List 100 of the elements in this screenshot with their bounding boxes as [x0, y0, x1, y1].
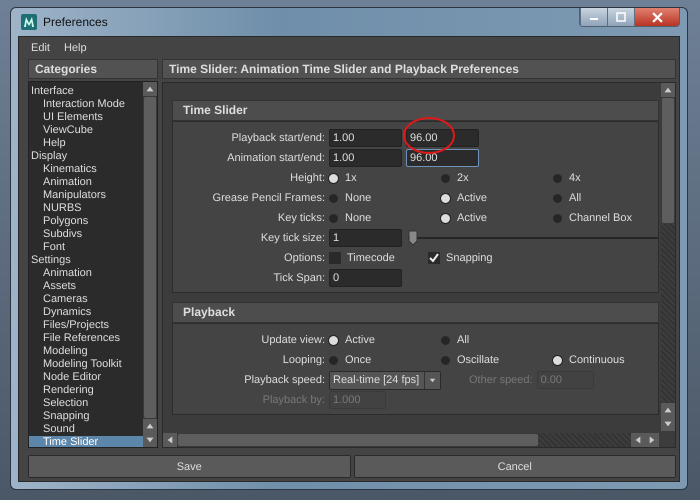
scroll-up-icon [661, 403, 675, 417]
scroll-thumb[interactable] [144, 97, 156, 418]
field-label: Grease Pencil Frames: [212, 192, 325, 204]
radio-button[interactable] [553, 194, 562, 202]
radio-option[interactable]: Once [329, 354, 437, 366]
radio-button[interactable] [553, 214, 562, 222]
radio-option[interactable]: 2x [441, 172, 549, 184]
field-label: Options: [283, 252, 325, 264]
input-field[interactable]: 96.00 [406, 129, 479, 147]
category-item[interactable]: Selection [29, 397, 143, 410]
radio-option[interactable]: All [441, 334, 549, 346]
category-item[interactable]: Sound [29, 423, 143, 436]
panel-header: Time Slider: Animation Time Slider and Playback Preferences [162, 59, 676, 79]
category-item[interactable]: Cameras [29, 293, 143, 306]
radio-option[interactable]: Active [441, 212, 549, 224]
input-field[interactable]: 1 [329, 229, 402, 247]
radio-button[interactable] [441, 194, 450, 202]
radio-option[interactable]: Active [441, 192, 549, 204]
radio-option[interactable]: Continuous [553, 354, 659, 366]
input-field[interactable]: 1.00 [329, 129, 402, 147]
scroll-down-icon [143, 433, 157, 447]
field-label: Key tick size: [260, 232, 325, 244]
category-item[interactable]: Interface [29, 85, 143, 98]
dialog-button[interactable]: Save [28, 455, 350, 478]
radio-label: Once [345, 354, 372, 366]
scroll-left-icon [163, 433, 177, 447]
category-item[interactable]: Kinematics [29, 163, 143, 176]
radio-button[interactable] [329, 174, 338, 182]
category-item[interactable]: Rendering [29, 384, 143, 397]
field-label: Height: [289, 172, 325, 184]
radio-button[interactable] [441, 214, 450, 222]
category-item[interactable]: Subdivs [29, 228, 143, 241]
radio-button[interactable] [329, 336, 338, 344]
radio-button[interactable] [441, 174, 450, 182]
scroll-up-icon [143, 419, 157, 433]
menu-item[interactable]: Edit [31, 42, 50, 54]
scrollbar[interactable] [143, 82, 157, 447]
radio-button[interactable] [553, 174, 562, 182]
scroll-up-icon [661, 83, 675, 97]
scrollbar[interactable] [163, 433, 659, 447]
category-item[interactable]: Font [29, 241, 143, 254]
category-item[interactable]: File References [29, 332, 143, 345]
radio-option[interactable]: None [329, 192, 437, 204]
radio-option[interactable]: Oscillate [441, 354, 549, 366]
input-field[interactable]: 1.00 [329, 149, 402, 167]
category-item[interactable]: Manipulators [29, 189, 143, 202]
category-item[interactable]: Time Slider [29, 436, 143, 447]
checkbox[interactable] [329, 252, 341, 264]
window-title: Preferences [43, 15, 108, 29]
radio-option[interactable]: Active [329, 334, 437, 346]
section-header: Playback [172, 302, 659, 323]
radio-label: 1x [345, 172, 357, 184]
category-item[interactable]: Snapping [29, 410, 143, 423]
menu-item[interactable]: Help [64, 42, 87, 54]
category-item[interactable]: Help [29, 137, 143, 150]
field-label: Playback speed: [243, 374, 325, 386]
maximize-button[interactable] [607, 8, 634, 26]
minimize-button[interactable] [580, 8, 607, 26]
radio-button[interactable] [441, 336, 450, 344]
close-button[interactable] [634, 8, 679, 26]
category-item[interactable]: Settings [29, 254, 143, 267]
checkbox-option[interactable]: Timecode [329, 252, 424, 264]
radio-label: 2x [457, 172, 469, 184]
radio-button[interactable] [329, 356, 338, 364]
radio-button[interactable] [441, 356, 450, 364]
category-item[interactable]: Modeling [29, 345, 143, 358]
dropdown[interactable]: Real-time [24 fps] [329, 370, 441, 390]
category-item[interactable]: Display [29, 150, 143, 163]
category-item[interactable]: Interaction Mode [29, 98, 143, 111]
category-item[interactable]: Dynamics [29, 306, 143, 319]
category-item[interactable]: NURBS [29, 202, 143, 215]
category-item[interactable]: ViewCube [29, 124, 143, 137]
scrollbar[interactable] [661, 83, 675, 431]
category-item[interactable]: UI Elements [29, 111, 143, 124]
radio-option[interactable]: 4x [553, 172, 659, 184]
radio-option[interactable]: 1x [329, 172, 437, 184]
input-field[interactable]: 0 [329, 269, 402, 287]
slider-thumb[interactable] [408, 230, 418, 246]
radio-button[interactable] [553, 356, 562, 364]
category-item[interactable]: Animation [29, 267, 143, 280]
checkbox[interactable] [428, 252, 440, 264]
radio-option[interactable]: None [329, 212, 437, 224]
radio-option[interactable]: Channel Box [553, 212, 659, 224]
radio-button[interactable] [329, 194, 338, 202]
category-item[interactable]: Animation [29, 176, 143, 189]
category-item[interactable]: Node Editor [29, 371, 143, 384]
scroll-thumb[interactable] [178, 434, 538, 446]
field-label: Key ticks: [276, 212, 325, 224]
category-item[interactable]: Polygons [29, 215, 143, 228]
category-item[interactable]: Assets [29, 280, 143, 293]
input-field[interactable]: 96.00 [406, 149, 479, 167]
radio-button[interactable] [329, 214, 338, 222]
radio-option[interactable]: All [553, 192, 659, 204]
category-item[interactable]: Files/Projects [29, 319, 143, 332]
dialog-button[interactable]: Cancel [354, 455, 676, 478]
checkbox-option[interactable]: Snapping [428, 252, 523, 264]
scroll-thumb[interactable] [662, 98, 674, 223]
radio-label: 4x [569, 172, 581, 184]
radio-label: None [345, 212, 372, 224]
category-item[interactable]: Modeling Toolkit [29, 358, 143, 371]
